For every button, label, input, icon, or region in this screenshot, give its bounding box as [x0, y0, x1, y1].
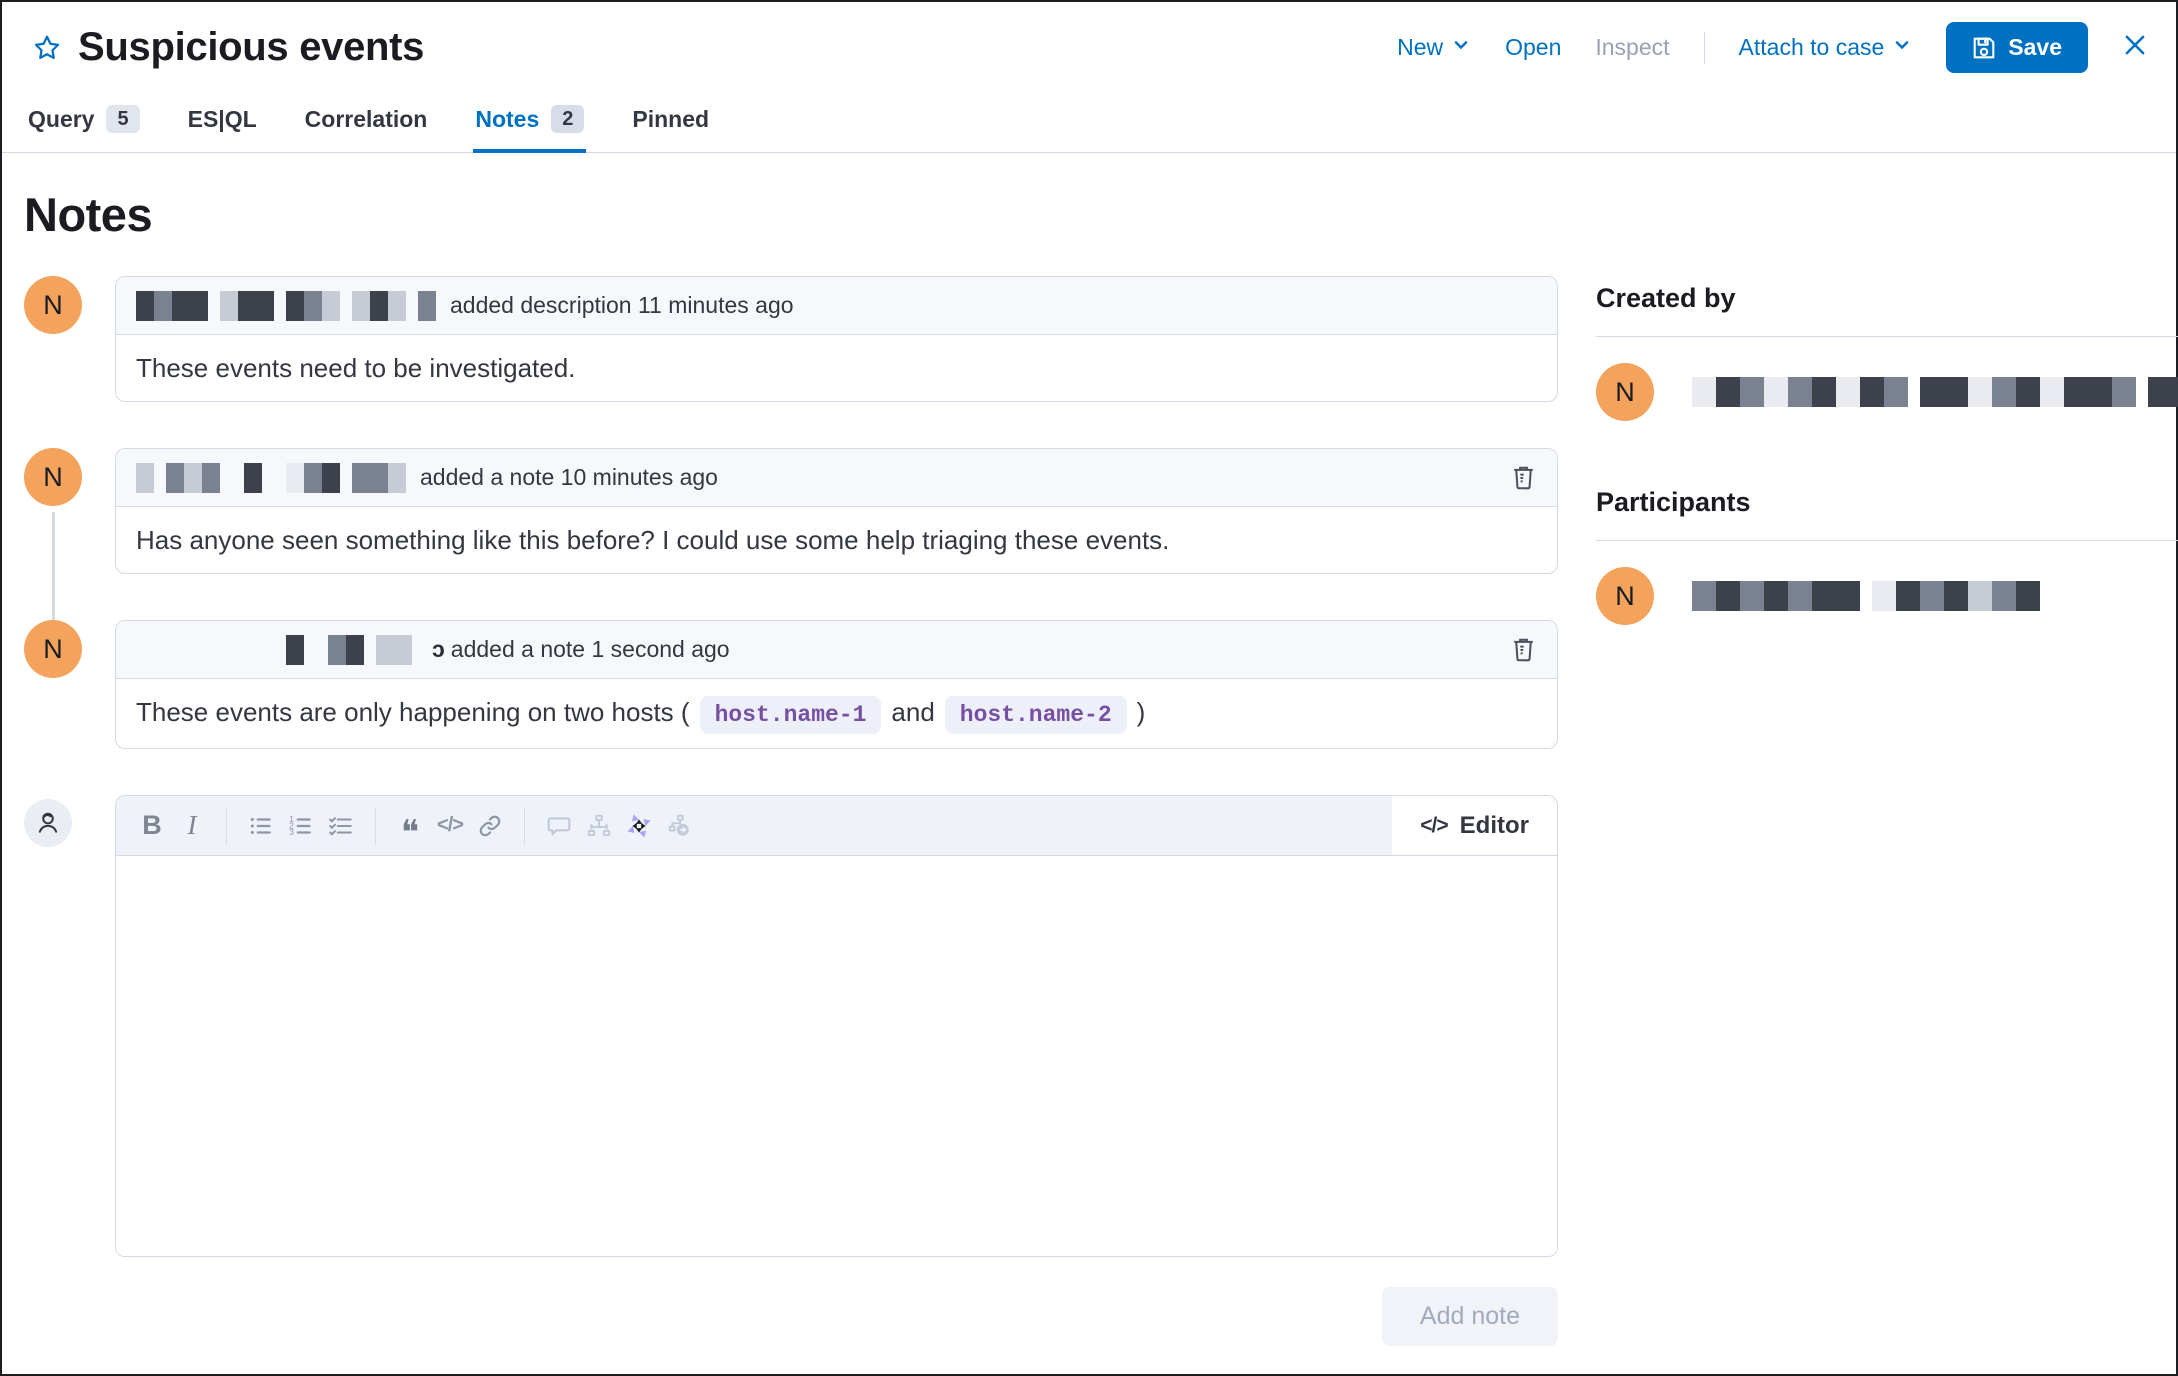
created-by-user: N: [1596, 363, 2178, 421]
tab-esql[interactable]: ES|QL: [186, 98, 259, 153]
tab-correlation[interactable]: Correlation: [303, 98, 430, 153]
task-list-icon[interactable]: [321, 804, 361, 848]
redacted-username: [136, 462, 406, 493]
redacted-username: [286, 634, 412, 665]
unordered-list-icon[interactable]: [241, 804, 281, 848]
editor-toolbar: B I 123 ❝ </> </> Editor: [116, 796, 1557, 856]
attach-to-case-button[interactable]: Attach to case: [1739, 34, 1913, 61]
delete-note-icon[interactable]: [1510, 464, 1537, 491]
bold-icon[interactable]: B: [132, 804, 172, 848]
note-textarea[interactable]: [116, 856, 1557, 1256]
open-button[interactable]: Open: [1505, 34, 1561, 61]
redacted-username-tail: ɔ: [432, 636, 445, 662]
query-count-badge: 5: [106, 105, 140, 133]
avatar: N: [1596, 567, 1654, 625]
visualize-graph-icon[interactable]: [579, 804, 619, 848]
close-icon[interactable]: [2122, 32, 2148, 63]
note-item: N ɔ added a note 1 second ago These even…: [24, 620, 1558, 749]
inspect-button: Inspect: [1595, 34, 1670, 60]
chevron-down-icon: [1451, 34, 1471, 61]
notes-count-badge: 2: [551, 105, 585, 133]
redacted-username: [136, 290, 436, 321]
note-body: Has anyone seen something like this befo…: [136, 525, 1170, 555]
timeline-header: Suspicious events New Open Inspect Attac…: [2, 2, 2176, 83]
investigate-timeline-icon[interactable]: [659, 804, 699, 848]
italic-icon[interactable]: I: [172, 804, 212, 848]
toolbar-divider: [226, 806, 227, 845]
tab-query[interactable]: Query 5: [26, 97, 142, 153]
avatar: N: [1596, 363, 1654, 421]
note-item: N added description 11 minutes ago These…: [24, 276, 1558, 402]
tab-notes[interactable]: Notes 2: [473, 97, 587, 153]
participants-heading: Participants: [1596, 487, 1751, 517]
editor-mode-toggle[interactable]: </> Editor: [1392, 796, 1557, 855]
chevron-down-icon: [1892, 34, 1912, 61]
ai-assistant-icon[interactable]: [619, 804, 659, 848]
save-button[interactable]: Save: [1946, 22, 2088, 73]
avatar: N: [24, 276, 82, 334]
note-header-text: added description 11 minutes ago: [450, 292, 794, 318]
link-icon[interactable]: [470, 804, 510, 848]
participant-user: N: [1596, 567, 2178, 625]
host-name-badge: host.name-1: [699, 696, 882, 734]
note-header-text: added a note 1 second ago: [450, 636, 730, 662]
note-body: These events are only happening on two h…: [116, 679, 1557, 748]
tab-pinned[interactable]: Pinned: [630, 98, 711, 153]
toolbar-divider: [524, 806, 525, 845]
toolbar-divider: [375, 806, 376, 845]
avatar: N: [24, 620, 82, 678]
notes-sidebar: Created by N Participants N: [1558, 187, 2178, 1346]
redacted-username: [1692, 377, 2178, 407]
save-disk-icon: [1973, 37, 1995, 58]
delete-note-icon[interactable]: [1510, 636, 1537, 663]
ordered-list-icon[interactable]: 123: [281, 804, 321, 848]
thread-connector-line: [52, 512, 55, 622]
comment-icon[interactable]: [539, 804, 579, 848]
person-icon: [38, 812, 58, 833]
new-note-editor-row: B I 123 ❝ </> </> Editor: [24, 795, 1558, 1257]
current-user-avatar: [24, 799, 72, 847]
favorite-star-icon[interactable]: [32, 33, 62, 63]
note-header-text: added a note 10 minutes ago: [420, 464, 718, 490]
timeline-tabs: Query 5 ES|QL Correlation Notes 2 Pinned: [2, 83, 2176, 153]
note-item: N added a note 10 minutes ago Has anyone…: [24, 448, 1558, 622]
new-menu-button[interactable]: New: [1397, 34, 1471, 61]
add-note-button[interactable]: Add note: [1381, 1287, 1558, 1346]
header-divider: [1703, 31, 1705, 64]
code-icon: </>: [1420, 813, 1448, 837]
avatar: N: [24, 448, 82, 506]
svg-text:3: 3: [289, 827, 294, 837]
note-editor: B I 123 ❝ </> </> Editor: [115, 795, 1558, 1257]
quote-icon[interactable]: ❝: [390, 804, 430, 850]
code-icon[interactable]: </>: [430, 804, 470, 848]
note-body: These events need to be investigated.: [136, 353, 576, 383]
redacted-username: [1692, 581, 2040, 611]
page-title: Suspicious events: [78, 25, 425, 69]
host-name-badge: host.name-2: [944, 696, 1127, 734]
notes-heading: Notes: [24, 188, 153, 241]
divider: [1596, 336, 2178, 337]
created-by-heading: Created by: [1596, 283, 1736, 313]
divider: [1596, 540, 2178, 541]
